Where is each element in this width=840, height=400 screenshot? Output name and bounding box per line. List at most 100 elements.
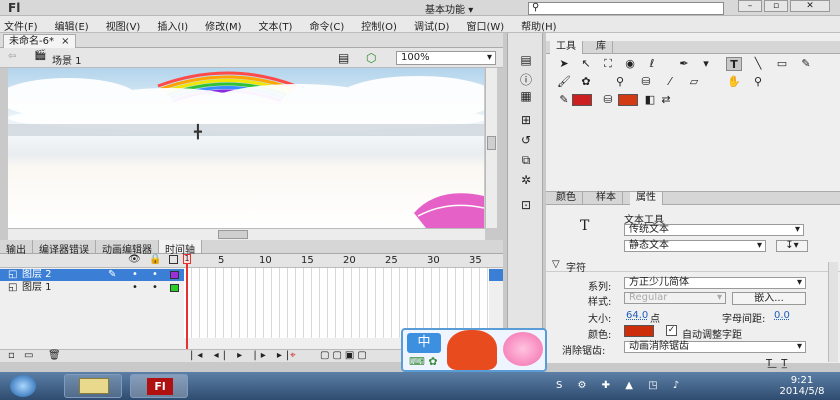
menu-debug[interactable]: 调试(D) — [410, 16, 454, 33]
hand-tool-icon[interactable]: ✋ — [726, 75, 742, 89]
close-icon[interactable]: × — [61, 36, 69, 47]
text-format-buttons[interactable]: T͟ T̲ — [766, 358, 790, 369]
history-icon[interactable]: ↺ — [516, 133, 536, 149]
zoom-tool-icon[interactable]: ⚲ — [750, 75, 766, 89]
zoom-select[interactable]: 100% ▾ — [396, 51, 496, 65]
stage-canvas[interactable]: ╋ — [8, 68, 484, 228]
tab-color[interactable]: 颜色 — [550, 192, 583, 205]
new-folder-icon[interactable]: ▭ — [24, 350, 33, 361]
pen-options-icon[interactable]: ▾ — [698, 57, 714, 71]
character-section-header[interactable]: ▽ 字符 — [546, 258, 840, 274]
tab-library[interactable]: 库 — [590, 41, 613, 54]
workspace-switcher[interactable]: 基本功能 ▾ — [425, 1, 521, 16]
motion-presets-icon[interactable]: ✲ — [516, 173, 536, 189]
tab-output[interactable]: 输出 — [0, 240, 33, 256]
menu-help[interactable]: 帮助(H) — [517, 16, 560, 33]
edit-symbol-icon[interactable]: ⬡ — [366, 51, 376, 65]
menu-window[interactable]: 窗口(W) — [462, 16, 508, 33]
lock-dot[interactable]: • — [152, 269, 158, 280]
menu-file[interactable]: 文件(F) — [0, 16, 42, 33]
color-icon[interactable]: ▦ — [516, 89, 536, 105]
visibility-dot[interactable]: • — [132, 282, 138, 293]
taskbar-clock[interactable]: 9:21 2014/5/8 — [772, 375, 832, 397]
selection-tool-icon[interactable]: ➤ — [556, 57, 572, 71]
tab-tools[interactable]: 工具 — [550, 41, 583, 54]
layer-color-swatch[interactable] — [170, 271, 179, 279]
align-icon[interactable]: ▤ — [516, 53, 536, 69]
document-tab[interactable]: 未命名-6* × — [3, 34, 76, 48]
menu-control[interactable]: 控制(O) — [357, 16, 401, 33]
eraser-tool-icon[interactable]: ▱ — [686, 75, 702, 89]
components-icon[interactable]: ⧉ — [516, 153, 536, 169]
pencil-tool-icon[interactable]: ✎ — [798, 57, 814, 71]
back-arrow-icon[interactable]: ⇦ — [8, 51, 16, 62]
outline-icon[interactable] — [169, 255, 178, 264]
lock-icon[interactable]: 🔒 — [149, 254, 161, 265]
transform-icon[interactable]: ⊞ — [516, 113, 536, 129]
subselection-tool-icon[interactable]: ↖ — [578, 57, 594, 71]
close-window-button[interactable]: ✕ — [790, 0, 830, 12]
text-mode-select[interactable]: 静态文本 ▾ — [624, 240, 766, 252]
ime-tool-icons[interactable]: ⌨ ✿ — [409, 355, 438, 368]
menu-edit[interactable]: 编辑(E) — [51, 16, 93, 33]
playback-controls[interactable]: |◂ ◂| ▸ |▸ ▸| — [190, 350, 293, 361]
minimize-button[interactable]: – — [738, 0, 762, 12]
stage-horizontal-scrollbar[interactable] — [8, 228, 485, 240]
search-input[interactable]: ⚲ — [528, 2, 724, 15]
layer-color-swatch[interactable] — [170, 284, 179, 292]
library-icon[interactable]: ⊡ — [516, 198, 536, 214]
pen-tool-icon[interactable]: ✒ — [676, 57, 692, 71]
ime-mode-button[interactable]: 中 — [407, 333, 441, 353]
delete-layer-icon[interactable]: 🗑 — [48, 350, 61, 361]
menu-text[interactable]: 文本(T) — [255, 16, 297, 33]
start-button[interactable] — [10, 375, 36, 397]
bone-tool-icon[interactable]: ⚲ — [612, 75, 628, 89]
letter-spacing-value[interactable]: 0.0 — [774, 310, 790, 321]
text-orientation-button[interactable]: ↧▾ — [776, 240, 808, 252]
autokern-checkbox[interactable]: ✓ — [666, 325, 677, 336]
menu-insert[interactable]: 插入(I) — [153, 16, 192, 33]
properties-scrollbar[interactable] — [828, 262, 838, 362]
new-layer-icon[interactable]: ▫ — [8, 350, 15, 361]
info-icon[interactable]: ⓘ — [516, 71, 536, 87]
tab-timeline[interactable]: 时间轴 — [159, 240, 202, 256]
tray-icons[interactable]: S ⚙ ✚ ▲ ◳ ♪ — [556, 380, 685, 391]
font-size-value[interactable]: 64.0 — [626, 310, 648, 321]
free-transform-tool-icon[interactable]: ⛶ — [600, 57, 616, 71]
taskbar-app-explorer[interactable] — [64, 374, 122, 398]
visibility-dot[interactable]: • — [132, 269, 138, 280]
deco-tool-icon[interactable]: ✿ — [578, 75, 594, 89]
stage-vertical-scrollbar[interactable] — [485, 68, 497, 228]
paint-bucket-tool-icon[interactable]: ⛁ — [638, 75, 654, 89]
maximize-button[interactable]: ▫ — [764, 0, 788, 12]
stroke-color-swatch[interactable] — [572, 94, 592, 106]
eyedropper-tool-icon[interactable]: ⁄ — [662, 75, 678, 89]
ime-toolbar[interactable]: 中 ⌨ ✿ — [401, 328, 547, 372]
antialias-select[interactable]: 动画消除锯齿 ▾ — [624, 341, 806, 353]
brush-tool-icon[interactable]: 🖌 — [556, 75, 572, 89]
menu-modify[interactable]: 修改(M) — [201, 16, 245, 33]
lasso-tool-icon[interactable]: ℓ — [644, 57, 660, 71]
edit-scene-icon[interactable]: ▤ — [338, 51, 349, 65]
menu-command[interactable]: 命令(C) — [305, 16, 348, 33]
playhead[interactable]: 1 — [183, 254, 191, 360]
font-style-select[interactable]: Regular ▾ — [624, 292, 726, 304]
center-frame-icon[interactable]: ⌖ — [290, 350, 296, 361]
tab-compiler-errors[interactable]: 编译器错误 — [33, 240, 96, 256]
text-type-select[interactable]: 传统文本 ▾ — [624, 224, 804, 236]
eye-icon[interactable]: 👁 — [128, 254, 141, 265]
embed-button[interactable]: 嵌入... — [732, 292, 806, 305]
tab-properties[interactable]: 属性 — [630, 192, 663, 205]
lock-dot[interactable]: • — [152, 282, 158, 293]
text-tool-icon[interactable]: T — [726, 57, 742, 71]
tab-swatches[interactable]: 样本 — [590, 192, 623, 205]
fill-color-swatch[interactable] — [618, 94, 638, 106]
black-white-icon[interactable]: ◧ — [642, 93, 658, 107]
text-color-swatch[interactable] — [624, 325, 654, 337]
taskbar-app-flash[interactable]: Fl — [130, 374, 188, 398]
menu-view[interactable]: 视图(V) — [102, 16, 145, 33]
tab-motion-editor[interactable]: 动画编辑器 — [96, 240, 159, 256]
3d-rotation-tool-icon[interactable]: ◉ — [622, 57, 638, 71]
font-family-select[interactable]: 方正少儿简体 ▾ — [624, 277, 806, 289]
line-tool-icon[interactable]: ╲ — [750, 57, 766, 71]
